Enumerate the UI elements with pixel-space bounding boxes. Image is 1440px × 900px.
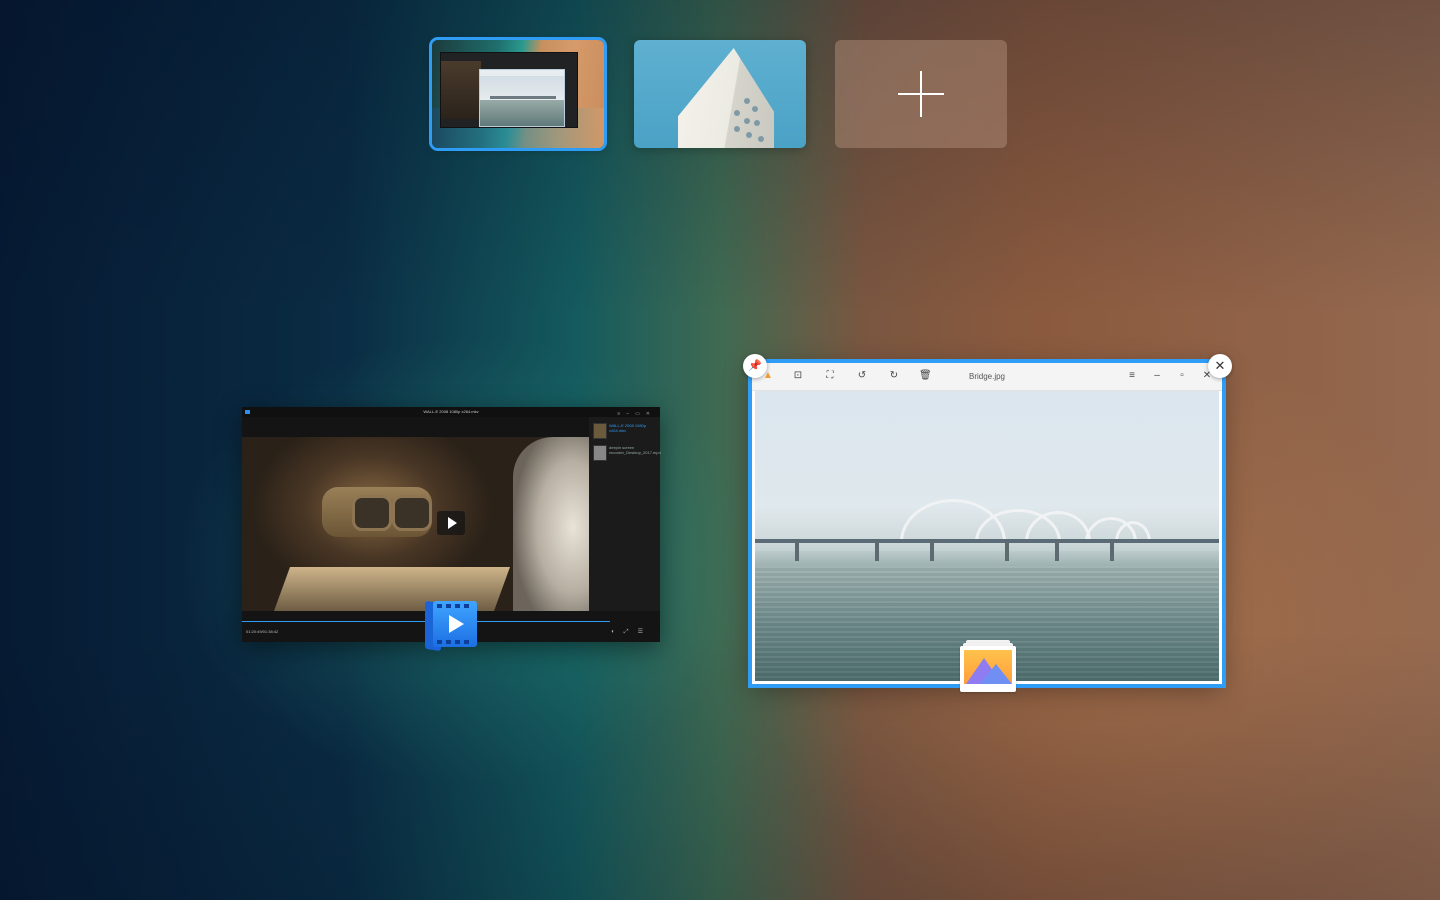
- add-workspace-button[interactable]: [835, 40, 1007, 148]
- movie-playlist: WALL-E 2008 1080p x264.mkv deepin screen…: [589, 417, 661, 611]
- movie-time: 01:20:49/01:38:42: [246, 629, 279, 634]
- pin-icon[interactable]: 📌: [743, 354, 767, 378]
- bridge-photo: [755, 391, 1219, 681]
- image-viewer-window[interactable]: ▲ ⊡ ⛶ ↺ ↻ 🗑 Bridge.jpg ≡ – ▫ ✕: [748, 359, 1226, 688]
- menu-icon[interactable]: ≡: [1126, 370, 1138, 382]
- workspace-thumbnail-2[interactable]: [634, 40, 806, 148]
- playlist-item-title: WALL-E 2008 1080p x264.mkv: [609, 423, 646, 433]
- workspace-thumbnail-1[interactable]: [429, 37, 607, 151]
- maximize-icon[interactable]: ▫: [1176, 370, 1188, 382]
- playlist-thumb: [593, 445, 607, 461]
- movie-title: WALL-E 2008 1080p x264.mkv: [423, 409, 479, 414]
- movie-video-frame[interactable]: [242, 437, 589, 611]
- movie-app-icon: [423, 599, 479, 652]
- playlist-item[interactable]: WALL-E 2008 1080p x264.mkv: [593, 421, 657, 439]
- movie-control-icons[interactable]: ◐⤢☰: [611, 628, 652, 636]
- movie-titlebar: WALL-E 2008 1080p x264.mkv ≡–▭✕: [242, 407, 660, 417]
- playlist-thumb: [593, 423, 607, 439]
- image-viewer-app-icon: [960, 640, 1016, 692]
- workspace-1-window-preview: [440, 52, 578, 128]
- play-icon[interactable]: [437, 511, 465, 535]
- playlist-item[interactable]: deepin screen recorder_Desktop_2017.mp4: [593, 443, 661, 461]
- close-window-button[interactable]: ✕: [1208, 354, 1232, 378]
- movie-logo-icon: [245, 410, 250, 414]
- image-viewer-toolbar: ▲ ⊡ ⛶ ↺ ↻ 🗑 Bridge.jpg ≡ – ▫ ✕: [752, 363, 1222, 391]
- playlist-item-title: deepin screen recorder_Desktop_2017.mp4: [609, 445, 661, 455]
- minimize-icon[interactable]: –: [1151, 370, 1163, 382]
